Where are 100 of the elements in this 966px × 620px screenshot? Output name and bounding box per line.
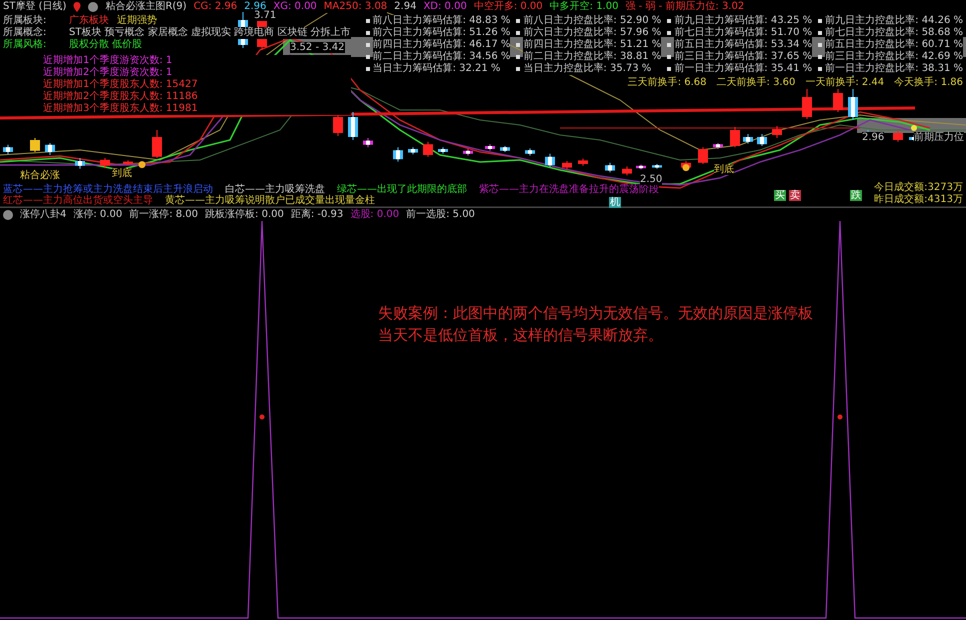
bullet-icon — [667, 19, 672, 23]
candlestick — [500, 146, 510, 152]
candlestick — [525, 148, 535, 156]
info-value: 广东板块 — [69, 15, 109, 27]
main-force-stat: 前二日主力控盘比率: 38.81 % — [523, 51, 662, 63]
legend-text: 蓝芯——主力抢筹或主力洗盘结束后主升浪启动 — [3, 184, 213, 195]
candlestick — [772, 126, 782, 138]
indicator-value: 强 - 弱 - 前期压力位: 3.02 — [625, 0, 744, 12]
candlestick — [485, 144, 495, 152]
legend-text: 绿芯——出现了此期限的底部 — [337, 184, 467, 195]
annotation-text: 失败案例：此图中的两个信号均为无效信号。无效的原因是涨停板 — [378, 303, 813, 324]
bullet-icon — [667, 67, 672, 71]
candlestick — [438, 146, 448, 154]
price-label: 3.71 — [254, 10, 276, 21]
indicator-value: CG: 2.96 — [194, 0, 238, 12]
candlestick — [348, 112, 358, 140]
main-force-stat: 前八日主力筹码估算: 48.83 % — [372, 15, 510, 27]
bullet-icon — [366, 43, 370, 47]
indicator-value: 中空开多: 0.00 — [474, 0, 543, 12]
main-force-stat: 前二日主力筹码估算: 34.56 % — [372, 51, 510, 63]
main-force-stat: 前九日主力控盘比率: 44.26 % — [825, 15, 963, 27]
candlestick — [3, 144, 13, 155]
signal-dot-icon — [682, 164, 690, 172]
legend-text: 白芯——主力吸筹洗盘 — [225, 184, 325, 195]
pin-icon — [73, 2, 82, 12]
indicator-name: 涨停八卦4 — [20, 208, 66, 220]
legend-text: 黄芯——主力吸筹说明散户已成交量出现量金柱 — [165, 195, 375, 206]
bullet-icon — [366, 55, 370, 59]
indicator-name: 粘合必涨主图R(9) — [105, 0, 187, 12]
main-force-stat: 前六日主力控盘比率: 57.96 % — [523, 27, 662, 39]
bullet-icon — [516, 67, 520, 71]
candlestick — [333, 112, 343, 136]
main-force-stat: 前三日主力控盘比率: 42.69 % — [825, 51, 963, 63]
candlestick — [30, 138, 40, 152]
main-force-stat: 当日主力筹码估算: 32.21 % — [372, 63, 500, 75]
candlestick — [743, 134, 753, 144]
price-label: 前期压力位 — [914, 132, 964, 143]
signal-dot-icon — [911, 125, 917, 131]
main-force-stat: 前五日主力筹码估算: 53.34 % — [674, 39, 812, 51]
candlestick — [423, 141, 433, 158]
price-label: 3.52 - 3.42 — [290, 42, 344, 53]
candlestick — [545, 153, 555, 168]
signal-badge: 卖 — [789, 190, 801, 201]
bullet-icon — [516, 31, 520, 35]
turnover-rate: 今天换手: 1.86 — [894, 77, 963, 89]
signal-label: 到底 — [112, 168, 132, 179]
indicator-value: XD: 0.00 — [423, 0, 467, 12]
signal-label: 粘合必涨 — [20, 170, 60, 181]
bullet-icon — [818, 67, 822, 71]
signal-badge: 跌 — [850, 190, 862, 201]
candlestick — [605, 162, 615, 173]
bullet-icon — [667, 31, 672, 35]
main-force-stat: 前七日主力控盘比率: 58.68 % — [825, 27, 963, 39]
candlestick — [713, 142, 723, 150]
settings-icon[interactable] — [3, 210, 13, 220]
bullet-icon — [366, 19, 370, 23]
candlestick — [123, 160, 133, 166]
holder-stat: 近期增加3个季度股东人数: 11981 — [43, 103, 351, 115]
indicator-value: 距离: -0.93 — [290, 208, 344, 220]
legend-text: 红芯——主力高位出货或空头主导 — [3, 195, 153, 206]
bullet-icon — [818, 55, 822, 59]
candlestick — [636, 164, 646, 170]
candlestick — [698, 146, 708, 164]
holder-stat: 近期增加2个季度股东人数: 11186 — [43, 91, 351, 103]
main-force-stat: 前六日主力筹码估算: 51.26 % — [372, 27, 510, 39]
main-force-stat: 当日主力控盘比率: 35.73 % — [523, 63, 652, 75]
bullet-icon — [516, 43, 520, 47]
holder-stat: 近期增加1个季度股东人数: 15427 — [43, 79, 351, 91]
bullet-icon — [818, 19, 822, 23]
candlestick — [363, 138, 373, 148]
candlestick — [463, 148, 473, 156]
main-force-stat: 前九日主力筹码估算: 43.25 % — [674, 15, 812, 27]
main-force-stat: 前一日主力控盘比率: 38.31 % — [825, 63, 963, 75]
indicator-value: 前一选股: 5.00 — [406, 208, 475, 220]
turnover-rate: 一天前换手: 2.44 — [805, 77, 884, 89]
bullet-icon — [667, 43, 672, 47]
holder-stat: 近期增加2个季度游资次数: 1 — [43, 67, 351, 79]
info-value: 近期强势 — [117, 15, 157, 27]
candlestick — [652, 164, 662, 170]
turnover-amount: 昨日成交额:4313万 — [874, 194, 963, 206]
main-force-stat: 前四日主力控盘比率: 51.21 % — [523, 39, 662, 51]
chart-title: ST摩登 (日线) — [3, 0, 66, 12]
candlestick — [45, 142, 55, 156]
settings-icon[interactable] — [88, 2, 98, 12]
signal-badge: 机 — [609, 197, 621, 208]
turnover-amount: 今日成交额:3273万 — [874, 182, 963, 194]
indicator-value: 涨停: 0.00 — [73, 208, 122, 220]
indicator-value: 跳板涨停板: 0.00 — [205, 208, 284, 220]
indicator-value: 中多开空: 1.00 — [550, 0, 618, 12]
candlestick — [562, 160, 572, 170]
main-force-stat: 前四日主力筹码估算: 46.17 % — [372, 39, 510, 51]
indicator-value: 前一涨停: 8.00 — [129, 208, 198, 220]
main-force-stat: 前七日主力筹码估算: 51.70 % — [674, 27, 812, 39]
turnover-rate: 三天前换手: 6.68 — [628, 77, 707, 89]
main-force-stat: 前八日主力控盘比率: 52.90 % — [523, 15, 662, 27]
candlestick — [408, 146, 418, 155]
signal-dot-icon — [260, 414, 264, 420]
indicator-value: XG: 0.00 — [273, 0, 317, 12]
candlestick — [730, 126, 740, 148]
bullet-icon — [366, 67, 370, 71]
